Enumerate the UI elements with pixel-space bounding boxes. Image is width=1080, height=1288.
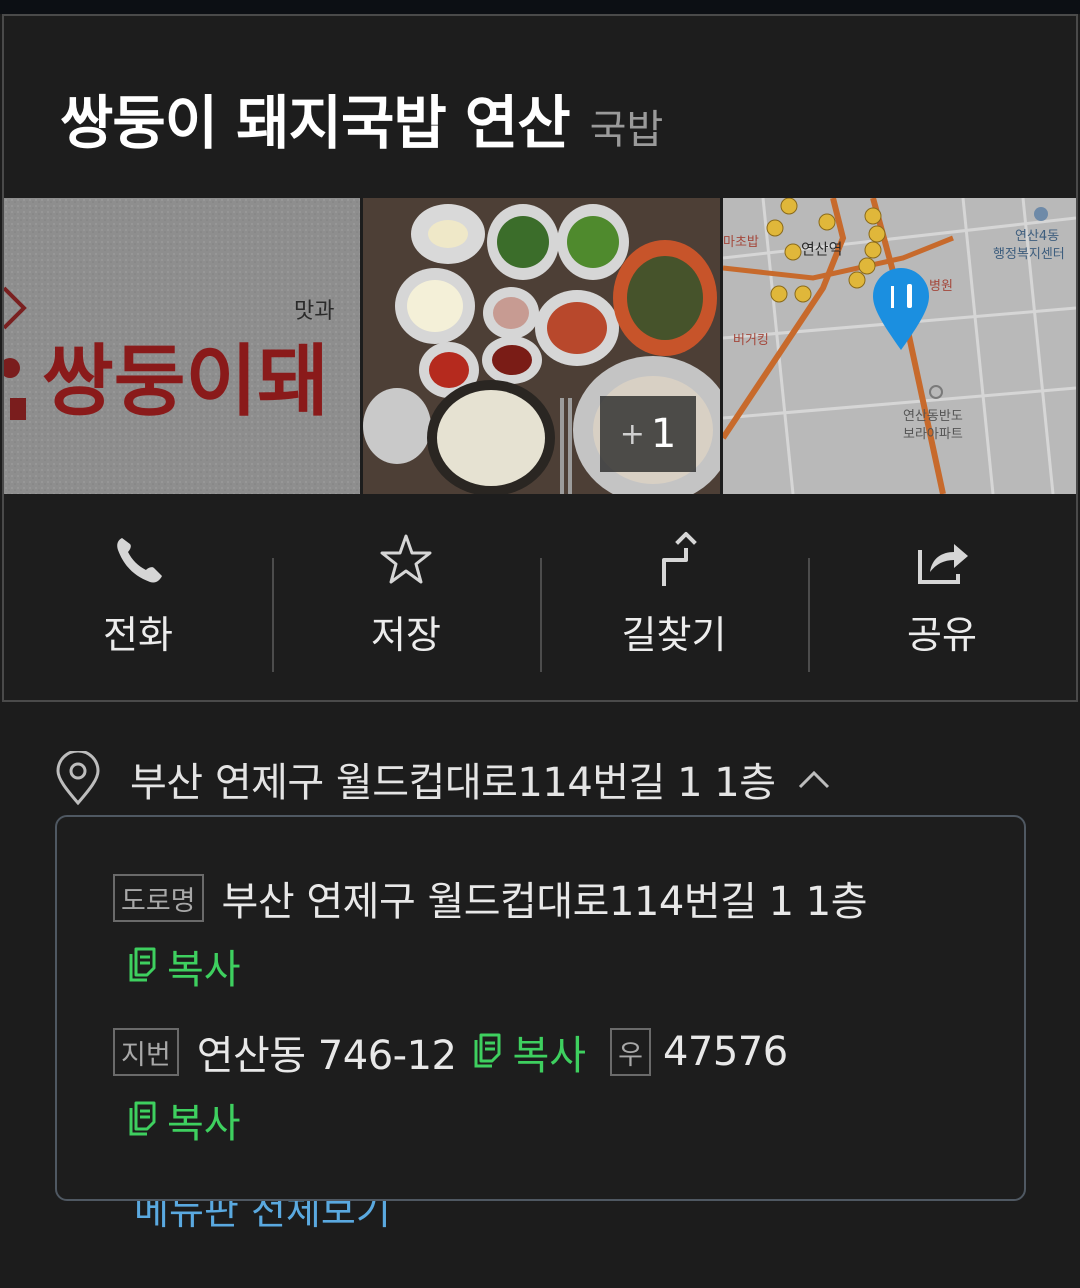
address-detail-popup: 도로명 부산 연제구 월드컵대로114번길 1 1층 복사 지번 연산동 746… (55, 815, 1026, 1201)
map-apartment-label-2: 보라아파트 (903, 427, 963, 442)
map-thumbnail[interactable]: 연산역 마초밥 버거킹 병원 연산4동 행정복지센터 연산동반도 보라아파트 (723, 198, 1076, 494)
star-icon (380, 534, 432, 584)
sign-small-text: 맛과 (294, 299, 334, 324)
place-name: 쌍둥이 돼지국밥 연산 (60, 89, 571, 157)
copy-label: 복사 (167, 947, 241, 993)
copy-lot-address-button[interactable]: 복사 (470, 1023, 586, 1081)
copy-icon (474, 1033, 501, 1068)
place-card: 쌍둥이 돼지국밥 연산 국밥 쌍둥이돼 맛과 + 1 연산역 마초밥 버거킹 병… (2, 14, 1078, 702)
zip-tag: 우 (610, 1028, 651, 1076)
copy-zip-button[interactable]: 복사 (125, 1091, 241, 1149)
phone-icon (117, 538, 162, 583)
road-address-line: 도로명 부산 연제구 월드컵대로114번길 1 1층 (113, 869, 868, 927)
map-community-label: 연산4동 (1015, 229, 1059, 244)
share-label: 공유 (907, 613, 977, 657)
save-button[interactable]: 저장 (272, 512, 540, 702)
lot-address-tag: 지번 (113, 1028, 179, 1076)
zip-copy-line: 복사 (125, 1091, 241, 1149)
road-copy-line: 복사 (125, 937, 241, 995)
lot-address: 연산동 746-12 (196, 1033, 457, 1079)
plus-sign: + (619, 416, 645, 452)
directions-label: 길찾기 (621, 613, 727, 657)
photo-strip: 쌍둥이돼 맛과 + 1 연산역 마초밥 버거킹 병원 연산4동 행정복지센터 연… (4, 198, 1076, 494)
location-pin-icon (56, 751, 100, 806)
call-label: 전화 (103, 613, 173, 657)
title-row: 쌍둥이 돼지국밥 연산 국밥 (60, 76, 663, 160)
zip-code: 47576 (662, 1029, 788, 1075)
photo-food[interactable]: + 1 (363, 198, 720, 494)
map-burger-label: 버거킹 (733, 333, 769, 348)
directions-icon (662, 532, 697, 586)
share-button[interactable]: 공유 (808, 512, 1076, 702)
map-hospital-label: 병원 (929, 279, 953, 294)
lot-address-line: 지번 연산동 746-12 복사 우 47576 (113, 1023, 788, 1081)
copy-icon (129, 947, 156, 982)
map-apartment-label: 연산동반도 (903, 409, 963, 424)
status-bar (0, 0, 1080, 14)
address-toggle[interactable]: 부산 연제구 월드컵대로114번길 1 1층 (52, 750, 832, 808)
action-bar: 전화 저장 길찾기 공유 (4, 512, 1076, 702)
photo-signboard[interactable]: 쌍둥이돼 맛과 (4, 198, 360, 494)
map-restaurant-label: 마초밥 (723, 235, 759, 250)
copy-label: 복사 (167, 1101, 241, 1147)
copy-label: 복사 (512, 1033, 587, 1079)
signboard-image: 쌍둥이돼 맛과 (4, 198, 360, 494)
more-photos-badge[interactable]: + 1 (600, 396, 696, 472)
copy-road-address-button[interactable]: 복사 (125, 937, 241, 995)
map-image: 연산역 마초밥 버거킹 병원 연산4동 행정복지센터 연산동반도 보라아파트 (723, 198, 1076, 494)
call-button[interactable]: 전화 (4, 512, 272, 702)
share-icon (918, 544, 968, 584)
map-community-label-2: 행정복지센터 (993, 246, 1065, 262)
sign-text: 쌍둥이돼 (42, 336, 329, 427)
directions-button[interactable]: 길찾기 (540, 512, 808, 702)
save-label: 저장 (371, 613, 441, 657)
place-category: 국밥 (589, 107, 664, 153)
copy-icon (129, 1101, 156, 1136)
chevron-up-icon[interactable] (796, 767, 832, 791)
road-address-tag: 도로명 (113, 874, 204, 922)
more-photos-count: 1 (650, 411, 677, 457)
map-station-label: 연산역 (801, 240, 842, 258)
address-summary: 부산 연제구 월드컵대로114번길 1 1층 (130, 760, 776, 806)
road-address: 부산 연제구 월드컵대로114번길 1 1층 (221, 879, 868, 925)
